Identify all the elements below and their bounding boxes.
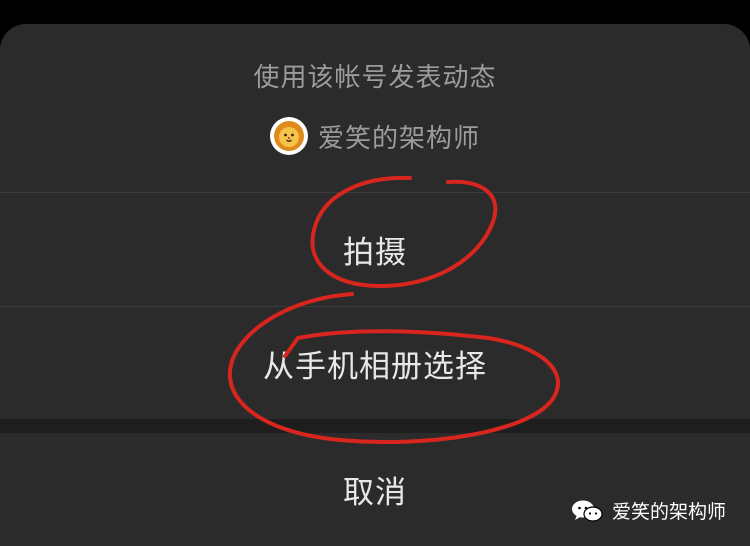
choose-from-album-button[interactable]: 从手机相册选择 [0,307,750,419]
action-sheet: 使用该帐号发表动态 爱笑的架构师 拍摄 从手机相册选择 取消 [0,24,750,546]
account-name: 爱笑的架构师 [317,123,480,154]
watermark-text: 爱笑的架构师 [611,501,726,523]
shoot-label: 拍摄 [343,235,407,271]
cancel-label: 取消 [343,475,407,511]
choose-from-album-label: 从手机相册选择 [263,348,487,385]
shoot-button[interactable]: 拍摄 [0,193,750,306]
sheet-header: 使用该帐号发表动态 爱笑的架构师 [0,24,750,192]
cancel-button[interactable]: 取消 [0,433,750,546]
account-row: 爱笑的架构师 [0,114,750,158]
watermark: 爱笑的架构师 [570,497,726,524]
wechat-icon [571,500,603,522]
screen: 使用该帐号发表动态 爱笑的架构师 拍摄 从手机相册选择 取消 爱笑的架构师 [0,0,750,546]
section-gap [0,419,750,433]
lion-avatar-icon [269,117,308,155]
sheet-title: 使用该帐号发表动态 [253,63,497,93]
